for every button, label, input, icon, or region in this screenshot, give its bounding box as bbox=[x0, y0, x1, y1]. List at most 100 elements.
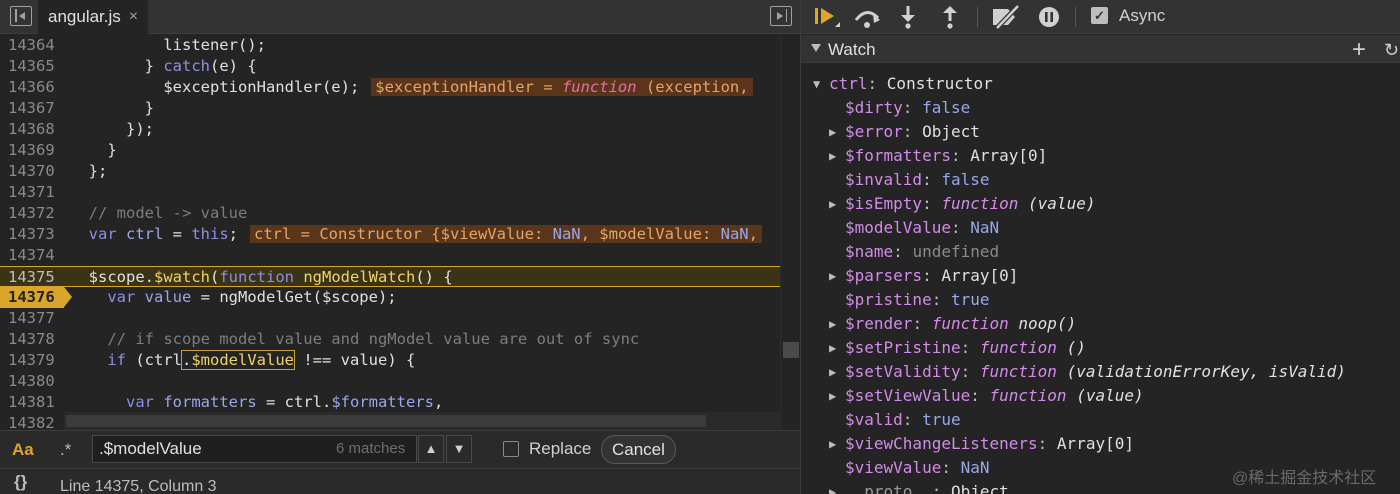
watch-entry[interactable]: ▶ $setPristine: function () bbox=[801, 336, 1400, 360]
watch-entry[interactable]: $dirty: false bbox=[801, 96, 1400, 120]
watch-entry[interactable]: ▶ $error: Object bbox=[801, 120, 1400, 144]
regex-button[interactable]: .* bbox=[60, 440, 71, 460]
watch-key: $render bbox=[845, 314, 913, 333]
code-line[interactable]: 14377 bbox=[0, 308, 780, 329]
async-checkbox[interactable]: ✓ bbox=[1091, 7, 1108, 24]
code-line[interactable]: 14366 $exceptionHandler(e); $exceptionHan… bbox=[0, 77, 780, 98]
pause-on-exceptions-icon[interactable] bbox=[1037, 4, 1061, 30]
line-number[interactable]: 14372 bbox=[0, 203, 64, 224]
code-line[interactable]: 14364 listener(); bbox=[0, 35, 780, 56]
match-case-button[interactable]: Aa bbox=[12, 440, 34, 460]
code-line[interactable]: 14378 // if scope model value and ngMode… bbox=[0, 329, 780, 350]
line-number[interactable]: 14367 bbox=[0, 98, 64, 119]
expand-triangle-icon[interactable]: ▶ bbox=[829, 312, 841, 336]
replace-label[interactable]: Replace bbox=[529, 439, 591, 459]
horizontal-scrollbar[interactable] bbox=[64, 412, 780, 430]
watch-value: undefined bbox=[912, 242, 1000, 261]
horizontal-scrollbar-thumb[interactable] bbox=[66, 415, 706, 427]
expand-triangle-icon[interactable]: ▶ bbox=[829, 360, 841, 384]
code-view[interactable]: 14364 listener(); 14365 } catch(e) {14366… bbox=[0, 35, 780, 430]
code-line[interactable]: 14365 } catch(e) { bbox=[0, 56, 780, 77]
watch-entry[interactable]: ▶ $parsers: Array[0] bbox=[801, 264, 1400, 288]
line-text bbox=[64, 245, 70, 266]
refresh-icon[interactable]: ↻ bbox=[1384, 40, 1399, 61]
code-line[interactable]: 14373 var ctrl = this; ctrl = Constructor… bbox=[0, 224, 780, 245]
async-label[interactable]: Async bbox=[1119, 6, 1165, 26]
line-text: var formatters = ctrl.$formatters, bbox=[70, 393, 444, 411]
watch-value: NaN bbox=[960, 458, 990, 477]
add-watch-button[interactable]: + bbox=[1352, 36, 1366, 64]
line-number[interactable]: 14364 bbox=[0, 35, 64, 56]
next-match-button[interactable]: ▼ bbox=[446, 435, 472, 463]
step-out-icon[interactable] bbox=[940, 4, 960, 30]
line-number[interactable]: 14374 bbox=[0, 245, 64, 266]
watch-entry[interactable]: $valid: true bbox=[801, 408, 1400, 432]
line-number[interactable]: 14365 bbox=[0, 56, 64, 77]
code-line[interactable]: 14375 $scope.$watch(function ngModelWatc… bbox=[0, 266, 780, 287]
watch-entry[interactable]: ▶ $isEmpty: function (value) bbox=[801, 192, 1400, 216]
watch-entry[interactable]: ▶ $render: function noop() bbox=[801, 312, 1400, 336]
watch-entry[interactable]: $invalid: false bbox=[801, 168, 1400, 192]
step-into-icon[interactable] bbox=[898, 4, 918, 30]
line-number[interactable]: 14373 bbox=[0, 224, 64, 245]
line-number[interactable]: 14382 bbox=[0, 413, 64, 430]
line-number[interactable]: 14368 bbox=[0, 119, 64, 140]
code-line[interactable]: 14380 bbox=[0, 371, 780, 392]
expand-triangle-icon[interactable]: ▶ bbox=[829, 480, 841, 494]
expand-triangle-icon[interactable]: ▶ bbox=[829, 264, 841, 288]
watch-entry[interactable]: ▼ ctrl: Constructor bbox=[801, 72, 1400, 96]
line-number[interactable]: 14366 bbox=[0, 77, 64, 98]
tab-angular-js[interactable]: angular.js × bbox=[38, 0, 149, 34]
line-number[interactable]: 14371 bbox=[0, 182, 64, 203]
code-line[interactable]: 14371 bbox=[0, 182, 780, 203]
cancel-button[interactable]: Cancel bbox=[601, 435, 676, 464]
braces-icon[interactable]: {} bbox=[14, 472, 27, 492]
navigator-toggle-icon[interactable] bbox=[10, 6, 32, 26]
line-number[interactable]: 14375 bbox=[0, 267, 64, 288]
close-icon[interactable]: × bbox=[129, 8, 138, 26]
watch-section-header[interactable]: Watch + ↻ bbox=[801, 35, 1400, 63]
sidebar-toggle-icon[interactable] bbox=[770, 6, 792, 26]
line-number[interactable]: 14381 bbox=[0, 392, 64, 413]
code-line[interactable]: 14370 }; bbox=[0, 161, 780, 182]
watch-args: (value) bbox=[1076, 386, 1144, 405]
line-number[interactable]: 14378 bbox=[0, 329, 64, 350]
expand-triangle-icon[interactable]: ▶ bbox=[829, 384, 841, 408]
line-number[interactable]: 14377 bbox=[0, 308, 64, 329]
chevron-down-icon[interactable] bbox=[811, 44, 821, 52]
watch-entry[interactable]: ▶ $setViewValue: function (value) bbox=[801, 384, 1400, 408]
watch-entry[interactable]: $pristine: true bbox=[801, 288, 1400, 312]
watch-entry[interactable]: ▶ $formatters: Array[0] bbox=[801, 144, 1400, 168]
expand-triangle-icon[interactable]: ▶ bbox=[829, 432, 841, 456]
code-line[interactable]: 14369 } bbox=[0, 140, 780, 161]
deactivate-breakpoints-icon[interactable] bbox=[991, 4, 1021, 30]
expand-triangle-icon[interactable]: ▶ bbox=[829, 336, 841, 360]
watch-value: false bbox=[922, 98, 971, 117]
watch-entry[interactable]: ▶ $setValidity: function (validationError… bbox=[801, 360, 1400, 384]
previous-match-button[interactable]: ▲ bbox=[418, 435, 444, 463]
replace-checkbox[interactable] bbox=[503, 441, 519, 457]
expand-triangle-icon[interactable]: ▶ bbox=[829, 144, 841, 168]
line-number[interactable]: 14376 bbox=[0, 287, 72, 308]
code-line[interactable]: 14368 }); bbox=[0, 119, 780, 140]
code-line[interactable]: 14374 bbox=[0, 245, 780, 266]
vertical-scrollbar[interactable] bbox=[780, 35, 800, 430]
expand-triangle-icon[interactable]: ▶ bbox=[829, 192, 841, 216]
code-line[interactable]: 14376 var value = ngModelGet($scope); bbox=[0, 287, 780, 308]
step-over-icon[interactable] bbox=[853, 4, 881, 30]
expanded-triangle-icon[interactable]: ▼ bbox=[813, 72, 825, 96]
line-number[interactable]: 14370 bbox=[0, 161, 64, 182]
watch-entry[interactable]: $modelValue: NaN bbox=[801, 216, 1400, 240]
code-line[interactable]: 14367 } bbox=[0, 98, 780, 119]
resume-icon[interactable] bbox=[813, 4, 841, 30]
watch-entry[interactable]: $name: undefined bbox=[801, 240, 1400, 264]
line-number[interactable]: 14379 bbox=[0, 350, 64, 371]
line-number[interactable]: 14369 bbox=[0, 140, 64, 161]
code-line[interactable]: 14379 if (ctrl.$modelValue !== value) { bbox=[0, 350, 780, 371]
line-number[interactable]: 14380 bbox=[0, 371, 64, 392]
vertical-scrollbar-thumb[interactable] bbox=[783, 342, 799, 358]
expand-triangle-icon[interactable]: ▶ bbox=[829, 120, 841, 144]
code-line[interactable]: 14381 var formatters = ctrl.$formatters, bbox=[0, 392, 780, 413]
code-line[interactable]: 14372 // model -> value bbox=[0, 203, 780, 224]
watch-entry[interactable]: ▶ $viewChangeListeners: Array[0] bbox=[801, 432, 1400, 456]
